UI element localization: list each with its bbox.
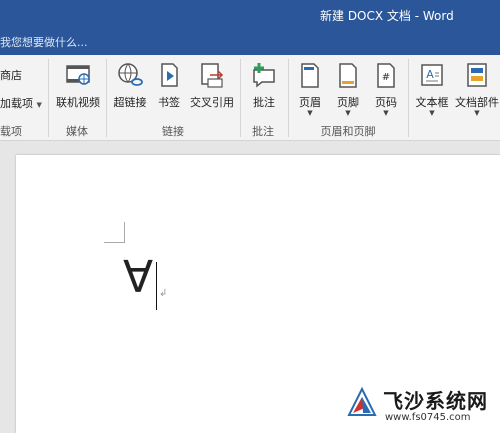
text-box-icon: A [421,64,443,86]
svg-text:A: A [426,68,434,81]
footer-button[interactable]: 页脚 ▼ [330,59,366,119]
header-button[interactable]: 页眉 ▼ [292,59,328,119]
online-video-icon [66,65,90,85]
svg-text:#: # [382,72,390,83]
bookmark-icon [161,63,178,87]
bookmark-button[interactable]: 书签 [152,59,186,119]
page-number-icon: # [377,63,395,88]
cross-reference-icon [201,63,224,88]
media-group-label: 媒体 [66,125,88,138]
ribbon: 商店 加载项 ▼ 载项 联机视频 媒体 超链接 书签 交叉引用 链接 批注 批注… [0,55,500,141]
comments-group-label: 批注 [252,125,274,138]
comment-icon [253,63,275,88]
comment-button[interactable]: 批注 [244,59,284,119]
chevron-down-icon: ▼ [307,109,313,117]
chevron-down-icon: ▼ [383,109,389,117]
cross-reference-button[interactable]: 交叉引用 [188,59,236,119]
page-number-button[interactable]: # 页码 ▼ [368,59,404,119]
quick-parts-button[interactable]: 文档部件 ▼ [454,59,500,119]
text-box-button[interactable]: A 文本框 ▼ [412,59,452,119]
document-text[interactable]: ∀ [123,256,153,300]
paragraph-mark: ↲ [159,288,168,299]
watermark: 飞沙系统网 www.fs0745.com [345,383,495,429]
add-ins-button[interactable]: 加载项 ▼ [0,95,42,111]
tell-me-search[interactable]: 我您想要做什么... [0,34,88,50]
hyperlink-button[interactable]: 超链接 [110,59,150,119]
hyperlink-icon [118,63,143,86]
watermark-brand: 飞沙系统网 [383,389,488,413]
margin-corner-mark [104,222,125,243]
title-bar: 新建 DOCX 文档 - Word 我您想要做什么... [0,0,500,55]
quick-parts-icon [467,63,487,87]
watermark-url: www.fs0745.com [385,412,471,423]
links-group-label: 链接 [162,125,184,138]
chevron-down-icon: ▼ [345,109,351,117]
store-button[interactable]: 商店 [0,67,22,83]
add-ins-group-label: 载项 [0,125,22,138]
watermark-logo-icon [347,386,377,416]
chevron-down-icon: ▼ [429,109,435,117]
header-footer-group-label: 页眉和页脚 [320,125,376,138]
window-title: 新建 DOCX 文档 - Word [320,9,454,23]
text-cursor [156,262,157,310]
chevron-down-icon: ▼ [474,109,480,117]
online-video-button[interactable]: 联机视频 [52,59,104,119]
header-icon [301,63,319,88]
chevron-down-icon: ▼ [36,101,42,109]
footer-icon [339,63,357,88]
